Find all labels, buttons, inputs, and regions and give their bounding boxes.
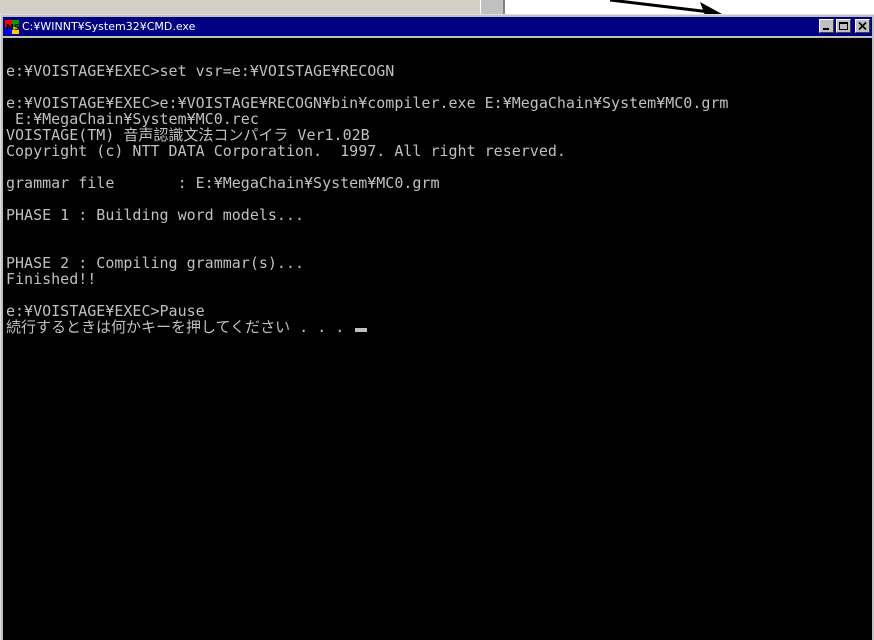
window-controls — [819, 19, 870, 33]
console-line: e:¥VOISTAGE¥EXEC>set vsr=e:¥VOISTAGE¥REC… — [6, 62, 395, 80]
ms-dos-icon: MS — [5, 19, 19, 34]
console-line: PHASE 2 : Compiling grammar(s)... — [6, 254, 305, 272]
minimize-icon — [823, 28, 829, 30]
console-line: E:¥MegaChain¥System¥MC0.rec — [6, 110, 259, 128]
maximize-icon — [839, 22, 848, 30]
cmd-window[interactable]: MS C:¥WINNT¥System32¥CMD.exe e:¥VOISTAGE… — [0, 14, 874, 640]
pause-message: 続行するときは何かキーを押してください . . . — [6, 318, 354, 336]
console-line: VOISTAGE(TM) 音声認識文法コンパイラ Ver1.02B — [6, 126, 370, 144]
close-icon — [858, 21, 867, 31]
console-line: e:¥VOISTAGE¥EXEC>Pause — [6, 302, 205, 320]
console-line: Copyright (c) NTT DATA Corporation. 1997… — [6, 142, 566, 160]
console-line: e:¥VOISTAGE¥EXEC>e:¥VOISTAGE¥RECOGN¥bin¥… — [6, 94, 729, 112]
ms-icon-label: MS — [6, 23, 19, 32]
title-bar[interactable]: MS C:¥WINNT¥System32¥CMD.exe — [3, 17, 872, 36]
text-cursor — [355, 328, 368, 332]
console-prompt-line: 続行するときは何かキーを押してください . . . — [6, 319, 872, 335]
console-line: PHASE 1 : Building word models... — [6, 206, 305, 224]
console-line: Finished!! — [6, 270, 97, 288]
close-button[interactable] — [855, 19, 870, 33]
window-title: C:¥WINNT¥System32¥CMD.exe — [22, 20, 196, 33]
minimize-button[interactable] — [819, 19, 834, 33]
maximize-button[interactable] — [836, 19, 851, 33]
desktop: MS C:¥WINNT¥System32¥CMD.exe e:¥VOISTAGE… — [0, 0, 874, 640]
console-output[interactable]: e:¥VOISTAGE¥EXEC>set vsr=e:¥VOISTAGE¥REC… — [3, 38, 872, 640]
console-line: grammar file : E:¥MegaChain¥System¥MC0.g… — [6, 174, 440, 192]
